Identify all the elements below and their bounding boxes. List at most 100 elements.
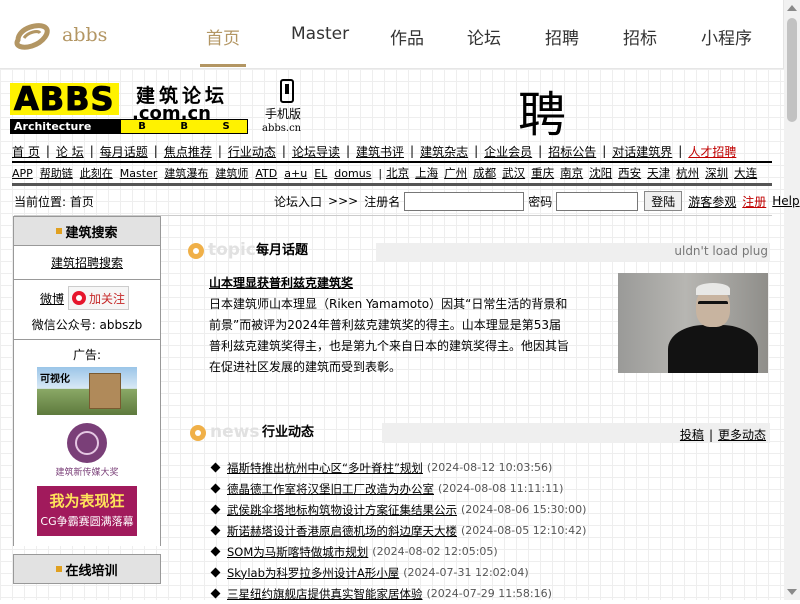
breadcrumb: 当前位置: 首页 [14, 195, 94, 209]
city-wuhan[interactable]: 武汉 [502, 165, 525, 181]
login-button[interactable]: 登陆 [644, 191, 683, 211]
ad-visualization[interactable]: 可视化 [37, 367, 137, 415]
topic-body-text: 日本建筑师山本理显（Riken Yamamoto）因其“日常生活的背景和前景”而… [209, 297, 570, 374]
login-bar: 论坛入口 >>> 注册名 密码 登陆 游客参观 注册 Help [274, 191, 800, 211]
news-section-header: news 行业动态 投稿 | 更多动态 [190, 421, 770, 445]
nav-jobs[interactable]: 招聘 [545, 24, 579, 49]
forum-entry-label: 论坛入口 [274, 194, 323, 209]
arrows: >>> [328, 194, 359, 208]
news-link[interactable]: 福斯特推出杭州中心区“多叶脊柱”规划 [227, 460, 423, 476]
city-chengdu[interactable]: 成都 [473, 165, 496, 181]
search-box-body: 建筑招聘搜索 微博 加关注 微信公众号: abbszb 广告: 可视化 建筑新传… [13, 246, 161, 546]
submit-link[interactable]: 投稿 [680, 428, 704, 442]
weibo-row: 微博 加关注 [14, 280, 160, 310]
topic-headline-link[interactable]: 山本理显获普利兹克建筑奖 [209, 274, 353, 291]
menu-waterfall[interactable]: 建筑瀑布 [164, 165, 208, 181]
topic-word: topic [208, 240, 256, 260]
news-link[interactable]: 斯诺赫塔设计香港原启德机场的斜边摩天大楼 [227, 523, 457, 539]
nav-master[interactable]: Master [291, 24, 349, 44]
topic-photo[interactable] [618, 273, 768, 373]
menu-recruitment[interactable]: 人才招聘 [688, 143, 736, 160]
menu-au[interactable]: a+u [284, 167, 307, 180]
section-title: 建筑搜索 [65, 225, 118, 241]
weibo-link[interactable]: 微博 [40, 290, 64, 307]
nav-forum[interactable]: 论坛 [467, 24, 501, 49]
ad-caption: 建筑新传媒大奖 [55, 468, 119, 478]
city-shanghai[interactable]: 上海 [415, 165, 438, 181]
bullet-diamond-icon [210, 546, 221, 557]
abbs-banner-logo[interactable]: ABBS 建筑论坛 .com.cn Architecture B B S [10, 83, 248, 135]
ad-media-award[interactable] [37, 423, 137, 463]
news-link[interactable]: Skylab为科罗拉多州设计A形小屋 [227, 565, 399, 581]
plugin-strip: uldn't load plug [376, 243, 770, 261]
mobile-version-link[interactable]: 手机版 [265, 105, 301, 122]
bullet-diamond-icon [210, 588, 221, 599]
menu-divider [12, 183, 772, 186]
online-training-header[interactable]: 在线培训 [13, 554, 161, 584]
city-nanjing[interactable]: 南京 [560, 165, 583, 181]
city-chongqing[interactable]: 重庆 [531, 165, 554, 181]
menu-el[interactable]: EL [314, 167, 327, 180]
menu-book-review[interactable]: 建筑书评 [356, 143, 404, 160]
guest-visit-link[interactable]: 游客参观 [688, 193, 736, 210]
menu-members[interactable]: 企业会员 [484, 143, 532, 160]
news-strip: 投稿 | 更多动态 [382, 423, 770, 443]
city-dalian[interactable]: 大连 [734, 165, 757, 181]
news-link[interactable]: SOM为马斯喀特做城市规划 [227, 544, 368, 560]
news-link[interactable]: 三星纽约旗舰店提供真实智能家居体验 [227, 586, 423, 602]
menu-dialogue[interactable]: 对话建筑界 [612, 143, 672, 160]
nav-works[interactable]: 作品 [390, 24, 424, 49]
menu-focus[interactable]: 焦点推荐 [164, 143, 212, 160]
city-shenyang[interactable]: 沈阳 [589, 165, 612, 181]
mobile-phone-icon[interactable] [280, 79, 294, 103]
menu-industry-news[interactable]: 行业动态 [228, 143, 276, 160]
left-sidebar: 建筑搜索 建筑招聘搜索 微博 加关注 微信公众号: abbszb 广告: 可视化 [13, 216, 161, 584]
menu-tender-notice[interactable]: 招标公告 [548, 143, 596, 160]
bbs-letter: B [180, 121, 189, 132]
menu-atd[interactable]: ATD [255, 167, 277, 180]
job-search-link[interactable]: 建筑招聘搜索 [14, 246, 160, 279]
menu-help[interactable]: 帮助链 [40, 165, 73, 181]
menu-monthly-topic[interactable]: 每月话题 [100, 143, 148, 160]
scroll-thumb[interactable] [787, 18, 797, 122]
news-link[interactable]: 武侯跳伞塔地标构筑物设计方案征集结果公示 [227, 502, 457, 518]
nav-mini-program[interactable]: 小程序 [701, 24, 752, 49]
city-tianjin[interactable]: 天津 [647, 165, 670, 181]
logo-text[interactable]: abbs [62, 24, 107, 46]
scroll-down-arrow-icon[interactable] [787, 589, 797, 595]
topic-title: 每月话题 [256, 243, 309, 258]
menu-domus[interactable]: domus [334, 167, 371, 180]
mobile-url[interactable]: abbs.cn [262, 123, 301, 134]
photo-figure [668, 325, 758, 373]
menu-forum[interactable]: 论 坛 [56, 143, 84, 160]
nav-tenders[interactable]: 招标 [623, 24, 657, 49]
city-xian[interactable]: 西安 [618, 165, 641, 181]
city-shenzhen[interactable]: 深圳 [705, 165, 728, 181]
menu-now[interactable]: 此刻在 [80, 165, 113, 181]
city-beijing[interactable]: 北京 [386, 165, 409, 181]
password-input[interactable] [556, 191, 639, 211]
menu-magazine[interactable]: 建筑杂志 [420, 143, 468, 160]
more-news-link[interactable]: 更多动态 [718, 428, 766, 442]
menu-master[interactable]: Master [120, 167, 158, 180]
ad-cg-contest[interactable]: 我为表现狂 CG争霸赛圆满落幕 [37, 486, 137, 536]
photo-hair [696, 283, 730, 295]
scrollbar[interactable] [783, 0, 800, 600]
menu-architects[interactable]: 建筑师 [215, 165, 248, 181]
help-link[interactable]: Help [772, 194, 799, 208]
bullet-diamond-icon [210, 567, 221, 578]
menu-home[interactable]: 首 页 [12, 143, 40, 160]
abbs-logo-icon[interactable] [10, 18, 52, 54]
weibo-icon [72, 291, 87, 305]
nav-home[interactable]: 首页 [206, 24, 240, 49]
city-hangzhou[interactable]: 杭州 [676, 165, 699, 181]
list-item: 斯诺赫塔设计香港原启德机场的斜边摩天大楼 (2024-08-05 12:10:42… [210, 520, 772, 541]
menu-app[interactable]: APP [12, 167, 33, 180]
scroll-up-arrow-icon[interactable] [787, 5, 797, 11]
register-link[interactable]: 注册 [742, 193, 766, 210]
city-guangzhou[interactable]: 广州 [444, 165, 467, 181]
username-input[interactable] [404, 191, 525, 211]
menu-forum-guide[interactable]: 论坛导读 [292, 143, 340, 160]
weibo-follow-button[interactable]: 加关注 [68, 286, 130, 310]
news-link[interactable]: 德晶德工作室将汉堡旧工厂改造为办公室 [227, 481, 434, 497]
